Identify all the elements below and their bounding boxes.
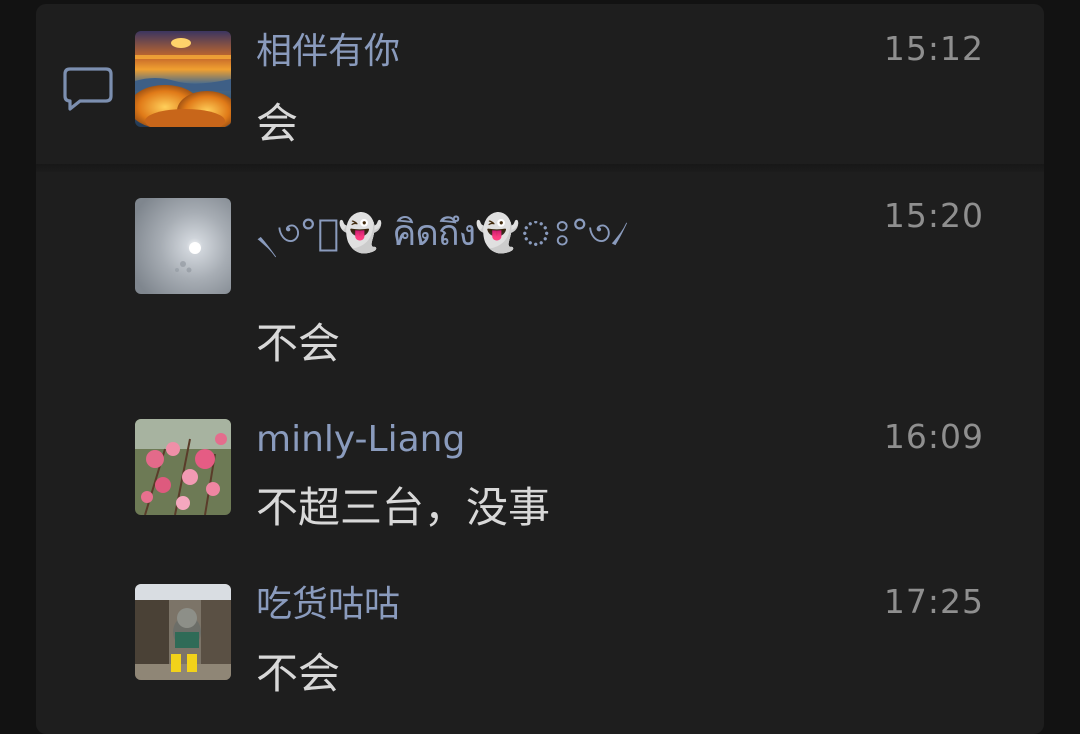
- comment-time: 15:12: [883, 29, 984, 68]
- comment-time: 17:25: [883, 582, 984, 621]
- comment-time: 16:09: [883, 417, 984, 456]
- comment-text: 会: [256, 99, 299, 148]
- comment-text: 不会: [256, 319, 341, 368]
- comment-text: 不超三台，没事: [256, 483, 551, 532]
- commenter-name[interactable]: minly-Liang: [256, 418, 465, 462]
- comment-bubble-icon[interactable]: [62, 66, 114, 112]
- avatar[interactable]: [135, 31, 231, 127]
- commenter-name[interactable]: 吃货咕咕: [256, 583, 400, 627]
- comment-text: 不会: [256, 649, 341, 698]
- commenter-name[interactable]: 相伴有你: [256, 30, 400, 74]
- comment-time: 15:20: [883, 196, 984, 235]
- commenter-name[interactable]: ৲৩°ঃ👻 คิดถึง👻ঃ°৩৴: [256, 212, 629, 256]
- avatar[interactable]: [135, 419, 231, 515]
- avatar[interactable]: [135, 584, 231, 680]
- comment-divider: [36, 164, 1044, 172]
- avatar[interactable]: [135, 198, 231, 294]
